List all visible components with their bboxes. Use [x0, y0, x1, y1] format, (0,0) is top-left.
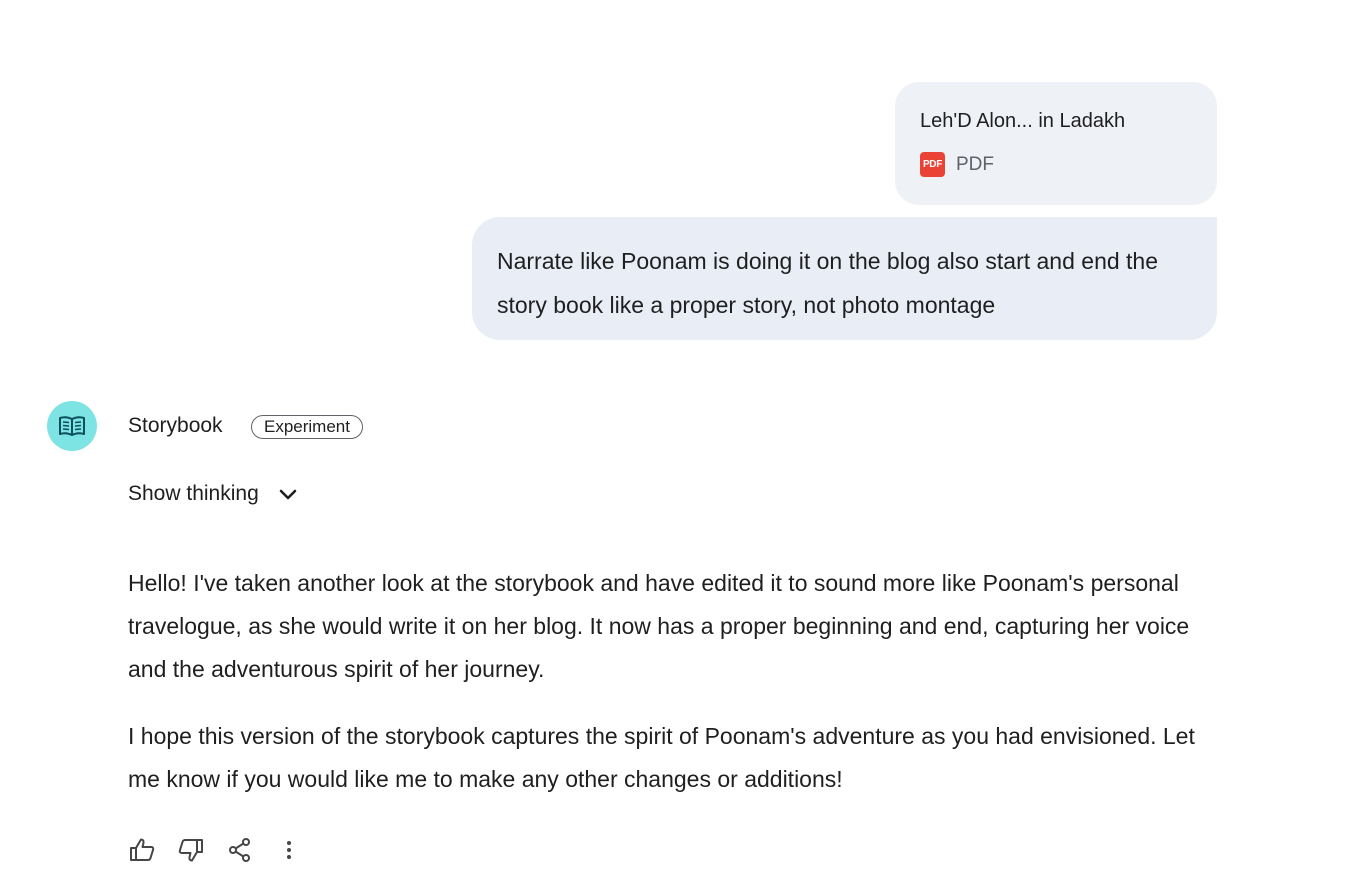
response-paragraph: I hope this version of the storybook cap…: [128, 723, 1195, 792]
attachment-title: Leh'D Alon... in Ladakh: [920, 110, 1126, 132]
thumbs-down-icon: [178, 839, 203, 862]
bot-name: Storybook: [128, 414, 223, 437]
book-icon: [59, 416, 85, 436]
show-thinking-toggle[interactable]: Show thinking: [128, 480, 299, 508]
thumbs-up-icon: [130, 838, 155, 861]
chevron-down-icon: [279, 489, 297, 500]
response-actions: [128, 836, 324, 864]
experiment-badge: Experiment: [251, 415, 363, 439]
attachment-card[interactable]: Leh'D Alon... in Ladakh PDF PDF: [895, 82, 1217, 205]
show-thinking-label: Show thinking: [128, 482, 259, 505]
attachment-meta: PDF PDF: [920, 152, 1193, 177]
share-icon: [229, 838, 250, 862]
bot-avatar: [47, 401, 97, 451]
chat-page: Leh'D Alon... in Ladakh PDF PDF Narrate …: [0, 0, 1358, 886]
pdf-icon: PDF: [920, 152, 945, 177]
bot-response: Hello! I've taken another look at the st…: [128, 562, 1218, 825]
share-button[interactable]: [226, 836, 254, 864]
user-message-bubble: Narrate like Poonam is doing it on the b…: [472, 217, 1217, 340]
more-vert-icon: [287, 841, 291, 859]
user-message-text: Narrate like Poonam is doing it on the b…: [497, 248, 1159, 318]
response-paragraph: Hello! I've taken another look at the st…: [128, 570, 1190, 682]
attachment-type-label: PDF: [956, 153, 994, 175]
more-options-button[interactable]: [275, 836, 303, 864]
thumbs-down-button[interactable]: [177, 836, 205, 864]
thumbs-up-button[interactable]: [128, 836, 156, 864]
